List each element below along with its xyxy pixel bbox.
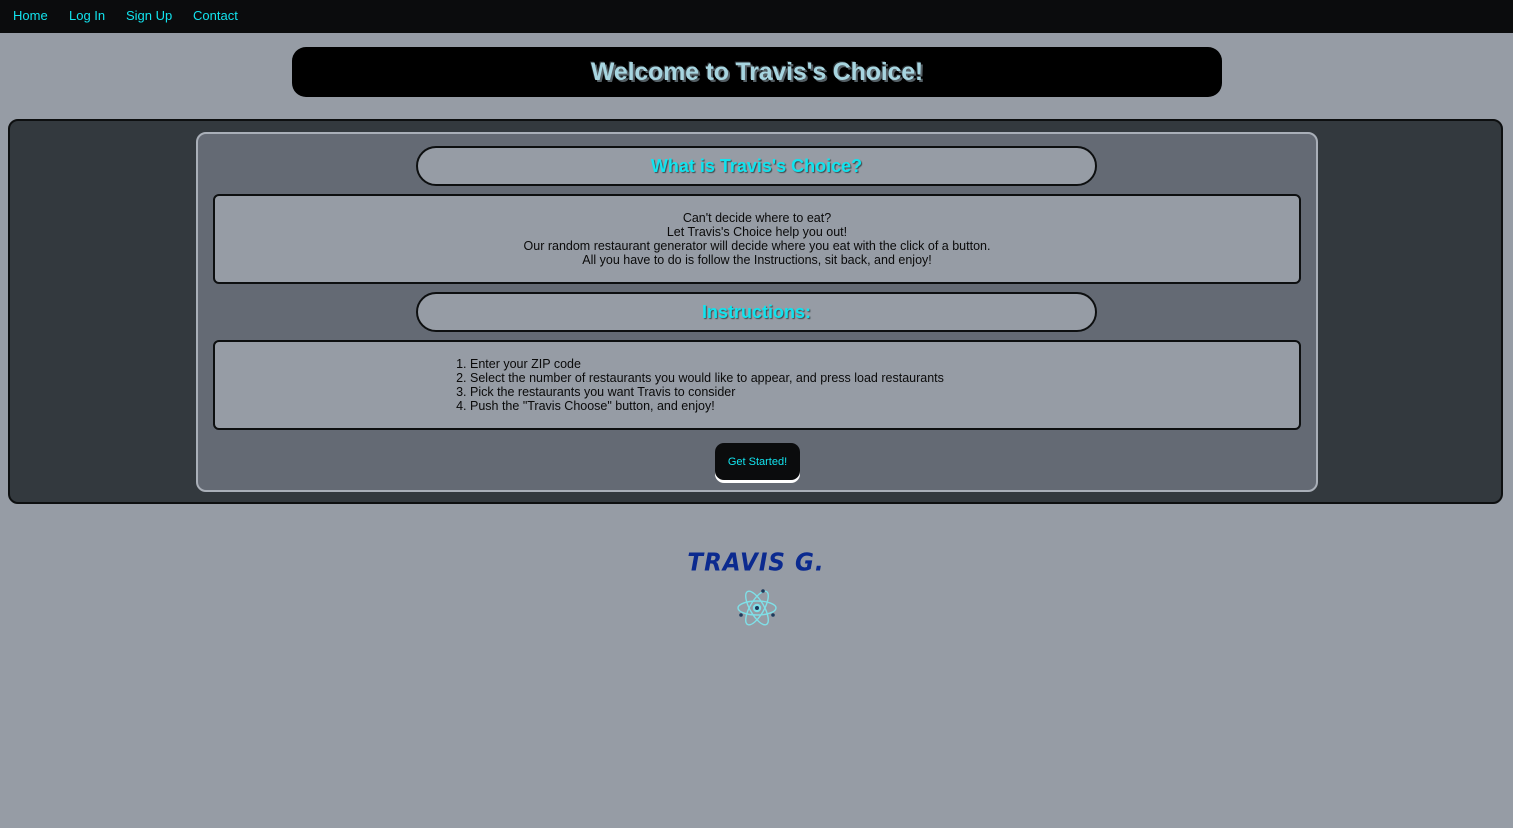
about-text: Can't decide where to eat? Let Travis's … xyxy=(215,211,1299,267)
hero-banner: Welcome to Travis's Choice! xyxy=(292,47,1222,97)
signature-logo: TRAVIS G. xyxy=(687,548,825,578)
instruction-step: Push the "Travis Choose" button, and enj… xyxy=(470,399,944,413)
instructions-box: Enter your ZIP code Select the number of… xyxy=(213,340,1301,430)
nav-home-link[interactable]: Home xyxy=(13,8,48,23)
about-line: Our random restaurant generator will dec… xyxy=(523,239,991,253)
instruction-step: Pick the restaurants you want Travis to … xyxy=(470,385,944,399)
page-title: Welcome to Travis's Choice! xyxy=(590,57,924,86)
about-line: All you have to do is follow the Instruc… xyxy=(582,253,932,267)
nav-signup-link[interactable]: Sign Up xyxy=(126,8,172,23)
nav-login-link[interactable]: Log In xyxy=(69,8,105,23)
get-started-button[interactable]: Get Started! xyxy=(715,443,800,480)
about-line: Let Travis's Choice help you out! xyxy=(666,225,848,239)
instruction-step: Select the number of restaurants you wou… xyxy=(470,371,944,385)
about-heading: What is Travis's Choice? xyxy=(650,155,863,176)
nav-contact-link[interactable]: Contact xyxy=(193,8,238,23)
about-line: Can't decide where to eat? xyxy=(682,211,832,225)
about-heading-pill: What is Travis's Choice? xyxy=(416,146,1097,186)
about-box: Can't decide where to eat? Let Travis's … xyxy=(213,194,1301,284)
instructions-heading: Instructions: xyxy=(701,301,811,322)
atom-icon xyxy=(737,589,777,626)
instruction-step: Enter your ZIP code xyxy=(470,357,944,371)
top-navbar: Home Log In Sign Up Contact xyxy=(0,0,1513,33)
instructions-heading-pill: Instructions: xyxy=(416,292,1097,332)
instructions-list: Enter your ZIP code Select the number of… xyxy=(452,357,944,413)
